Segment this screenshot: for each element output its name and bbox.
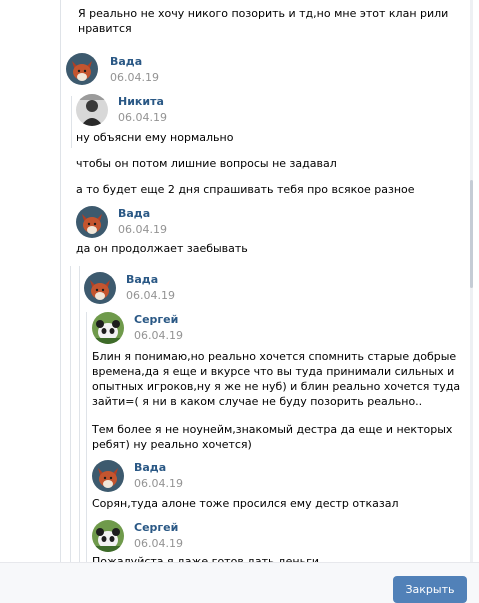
message-text: Пожалуйста я даже готов дать деньги — [92, 555, 320, 562]
close-button[interactable]: Закрыть — [393, 576, 467, 603]
message-text: Я реально не хочу никого позорить и тд,н… — [78, 7, 449, 20]
message-thread: Я реально не хочу никого позорить и тд,н… — [0, 0, 479, 562]
author-name[interactable]: Сергей — [134, 521, 178, 534]
message-text: опытных игроков,ну я же не нуб) и блин р… — [92, 380, 461, 393]
author-name[interactable]: Никита — [118, 95, 164, 108]
message-text: Тем более я не ноунейм,знакомый дестра д… — [92, 423, 453, 436]
reply-indent-line — [71, 96, 72, 148]
author-name[interactable]: Вада — [126, 273, 158, 286]
message-text: времена,да я еще и вкурсе что вы туда пр… — [92, 365, 455, 378]
message-date[interactable]: 06.04.19 — [134, 537, 183, 550]
author-name[interactable]: Сергей — [134, 313, 178, 326]
message-text: Блин я понимаю,но реально хочется спомни… — [92, 350, 457, 363]
thread-indent-line — [60, 0, 61, 562]
message-text: зайти=( я ни в каком случае не буду позо… — [92, 395, 423, 408]
message-date[interactable]: 06.04.19 — [118, 111, 167, 124]
reply-indent-line — [86, 312, 87, 562]
message-text: чтобы он потом лишние вопросы не задавал — [76, 157, 337, 170]
avatar[interactable] — [76, 94, 108, 126]
message-text: а то будет еще 2 дня спрашивать тебя про… — [76, 183, 415, 196]
avatar[interactable] — [66, 53, 98, 85]
avatar[interactable] — [92, 460, 124, 492]
author-name[interactable]: Вада — [110, 55, 142, 68]
message-text: нравится — [78, 22, 132, 35]
fox-avatar-icon — [66, 53, 98, 85]
message-date[interactable]: 06.04.19 — [118, 223, 167, 236]
fox-avatar-icon — [76, 206, 108, 238]
fox-avatar-icon — [92, 460, 124, 492]
person-avatar-icon — [76, 94, 108, 126]
modal-footer: Закрыть — [0, 562, 479, 603]
message-date[interactable]: 06.04.19 — [110, 71, 159, 84]
panda-avatar-icon — [92, 520, 124, 552]
author-name[interactable]: Вада — [118, 207, 150, 220]
panda-avatar-icon — [92, 312, 124, 344]
message-date[interactable]: 06.04.19 — [134, 329, 183, 342]
message-date[interactable]: 06.04.19 — [134, 477, 183, 490]
message-text: Сорян,туда алоне тоже просился ему дестр… — [92, 497, 399, 510]
message-date[interactable]: 06.04.19 — [126, 289, 175, 302]
scrollbar-thumb[interactable] — [470, 180, 473, 288]
reply-indent-line — [70, 266, 71, 562]
message-text: ну объясни ему нормально — [76, 131, 234, 144]
avatar[interactable] — [92, 520, 124, 552]
avatar[interactable] — [76, 206, 108, 238]
author-name[interactable]: Вада — [134, 461, 166, 474]
fox-avatar-icon — [84, 272, 116, 304]
message-text: да он продолжает заебывать — [76, 242, 248, 255]
message-text: ребят) ну реально хочется) — [92, 438, 252, 451]
avatar[interactable] — [84, 272, 116, 304]
reply-indent-line — [79, 266, 80, 562]
avatar[interactable] — [92, 312, 124, 344]
